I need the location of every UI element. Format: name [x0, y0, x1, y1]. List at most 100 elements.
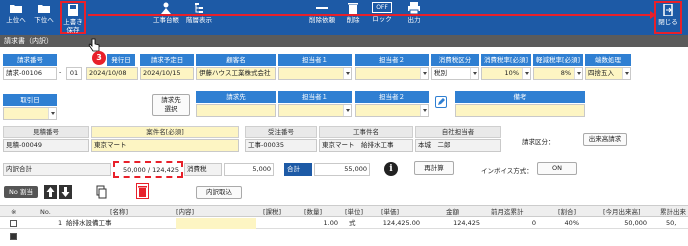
cell-cumulative: 50,	[666, 219, 677, 227]
seikyusaki-label: 請求先	[196, 91, 276, 103]
cell-amount: 124,425	[453, 219, 480, 227]
col-prev: 前月迄累計	[491, 208, 524, 216]
hasu-value: 四捨五入	[588, 69, 614, 77]
tanto2-2-dropdown-icon	[420, 105, 428, 116]
tax-kubun-value: 税別	[434, 69, 447, 77]
kokyaku-label: 顧客名	[196, 54, 276, 66]
col-mark: ※	[11, 208, 17, 216]
hand-cursor-icon	[88, 38, 100, 52]
biko-field[interactable]	[455, 104, 585, 117]
yotei-field[interactable]: 2024/10/15	[140, 67, 194, 80]
mitsumori-no-field: 見積-00049	[3, 139, 89, 152]
tanto2-label: 担当者２	[355, 54, 429, 66]
tax-kubun-select[interactable]: 税別	[431, 67, 479, 80]
keigen-dropdown-icon	[574, 68, 582, 79]
copy-icon[interactable]	[96, 185, 107, 199]
hakko-field[interactable]: 2024/10/08	[86, 67, 138, 80]
tax-total-label: 消費税	[184, 163, 222, 176]
recalc-button[interactable]: 再計算	[414, 161, 454, 175]
col-content: [内容]	[176, 208, 195, 216]
tanto1-label: 担当者１	[278, 54, 352, 66]
tanto2-select[interactable]	[355, 67, 429, 80]
uchiwake-label: 内訳合計	[3, 163, 111, 176]
table-header	[0, 205, 688, 217]
edit-pen-icon[interactable]	[435, 96, 447, 108]
seikyusaki-field[interactable]	[196, 104, 276, 117]
keigen-select[interactable]: 8%	[533, 67, 583, 80]
cell-price[interactable]: 124,425.00	[370, 218, 420, 229]
tanto1-2-dropdown-icon	[343, 105, 351, 116]
tax-kubun-dropdown-icon	[470, 68, 478, 79]
invoice-toggle[interactable]: ON	[537, 162, 577, 175]
branch-field[interactable]: 01	[66, 67, 82, 80]
delete-row-icon[interactable]	[136, 183, 149, 199]
col-name: [名称]	[110, 208, 129, 216]
kokyaku-field[interactable]: 伊藤ハウス工業株式会社	[196, 67, 276, 80]
col-price: [単価]	[381, 208, 400, 216]
row-add-icon[interactable]	[10, 233, 17, 240]
col-unit: [単位]	[345, 208, 364, 216]
juchu-no-field: 工事-00035	[245, 139, 317, 152]
cell-current[interactable]: 50,000	[605, 218, 647, 229]
col-qty: [数量]	[304, 208, 323, 216]
hasu-dropdown-icon	[622, 68, 630, 79]
cell-content[interactable]	[176, 218, 256, 229]
juchu-no-label: 受注番号	[245, 126, 317, 138]
cell-unit[interactable]: 式	[349, 218, 356, 229]
no-assign-button[interactable]: No 割当	[4, 186, 38, 198]
seikyu-no-separator: -	[59, 68, 62, 76]
tanto1-select[interactable]	[278, 67, 352, 80]
anken-label: 案件名[必須]	[91, 126, 239, 138]
torihiki-label: 取引日	[3, 94, 57, 106]
cell-prev: 0	[531, 219, 536, 227]
col-tax: [課税]	[263, 208, 282, 216]
koji-name-label: 工事件名	[319, 126, 413, 138]
tax-rate-select[interactable]: 10%	[481, 67, 531, 80]
torihiki-select[interactable]	[3, 107, 57, 120]
tanto1-2-select[interactable]	[278, 104, 352, 117]
tanto2-2-select[interactable]	[355, 104, 429, 117]
cell-name[interactable]: 給排水設備工事	[66, 218, 112, 229]
mitsumori-no-label: 見積番号	[3, 126, 89, 138]
info-icon[interactable]: i	[384, 162, 398, 176]
grand-total-label: 合計	[284, 163, 312, 176]
anken-field[interactable]: 東京マート	[91, 139, 239, 152]
jisha-label: 自社担当者	[415, 126, 501, 138]
tax-rate-dropdown-icon	[522, 68, 530, 79]
tanto1-2-label: 担当者１	[278, 91, 352, 103]
keigen-value: 8%	[560, 69, 571, 77]
uchiwake-import-button[interactable]: 内訳取込	[196, 186, 242, 199]
cell-ratio[interactable]: 40%	[547, 218, 579, 229]
hasu-select[interactable]: 四捨五入	[585, 67, 631, 80]
seikyu-no-field[interactable]: 請求-00106	[3, 67, 57, 80]
tax-kubun-label: 消費税区分	[431, 54, 479, 66]
tax-rate-label: 消費税率[必須]	[481, 54, 531, 66]
col-current: [今月出来高]	[603, 208, 641, 216]
kubun-label: 請求区分：	[522, 138, 555, 146]
dekidaka-button[interactable]: 出来高請求	[583, 133, 627, 146]
seikyusaki-select-button[interactable]: 請求先 選択	[152, 94, 190, 116]
tax-rate-value: 10%	[504, 69, 519, 77]
uchiwake-total: 50,000 / 124,425	[113, 161, 183, 178]
cell-no: 1	[58, 219, 63, 227]
jisha-field: 本城 二郎	[415, 139, 501, 152]
cell-qty[interactable]: 1.00	[314, 218, 338, 229]
tanto2-dropdown-icon	[420, 68, 428, 79]
tanto2-2-label: 担当者２	[355, 91, 429, 103]
seikyu-no-label: 請求番号	[3, 54, 57, 66]
yotei-label: 請求予定日	[140, 54, 194, 66]
keigen-label: 軽減税率[必須]	[533, 54, 583, 66]
grand-total-value: 55,000	[314, 163, 370, 176]
annotation-arrow	[72, 11, 656, 40]
col-ratio: [割合]	[558, 208, 577, 216]
hakko-label: 発行日	[107, 54, 135, 66]
step-badge: 3	[92, 51, 106, 65]
col-cumulative: 累計出来	[660, 208, 686, 216]
row-checkbox[interactable]	[10, 220, 17, 227]
move-down-icon[interactable]	[59, 185, 72, 199]
move-up-icon[interactable]	[44, 185, 57, 199]
col-no: No.	[40, 208, 51, 216]
hasu-label: 端数処理	[585, 54, 631, 66]
torihiki-dropdown-icon	[48, 108, 56, 119]
invoice-label: インボイス方式：	[481, 167, 533, 175]
